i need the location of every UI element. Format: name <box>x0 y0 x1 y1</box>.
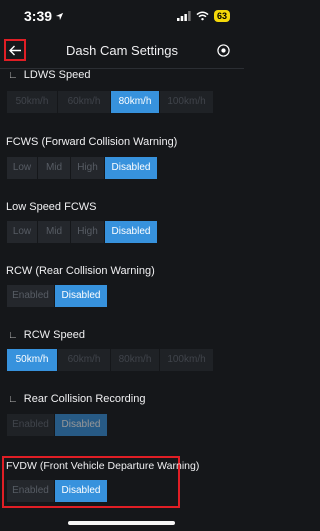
rcw-selector: Enabled Disabled <box>7 285 108 307</box>
ldws-speed-option-60[interactable]: 60km/h <box>58 91 110 113</box>
rear-collision-recording-option-enabled[interactable]: Enabled <box>7 414 54 436</box>
fvdw-option-enabled[interactable]: Enabled <box>7 480 54 502</box>
rcw-speed-option-80[interactable]: 80km/h <box>111 349 159 371</box>
rcw-option-disabled[interactable]: Disabled <box>55 285 107 307</box>
rcw-speed-option-50[interactable]: 50km/h <box>7 349 57 371</box>
rear-collision-recording-option-disabled[interactable]: Disabled <box>55 414 107 436</box>
page-title: Dash Cam Settings <box>66 43 178 58</box>
ldws-speed-label-text: LDWS Speed <box>23 69 91 81</box>
low-speed-fcws-label: Low Speed FCWS <box>6 201 97 213</box>
back-button[interactable] <box>4 39 26 61</box>
status-bar: 3:39 63 <box>0 0 244 32</box>
rcw-label: RCW (Rear Collision Warning) <box>6 265 155 277</box>
fcws-option-disabled[interactable]: Disabled <box>105 157 157 179</box>
ldws-speed-selector: 50km/h 60km/h 80km/h 100km/h <box>7 91 214 113</box>
signal-icon <box>176 11 191 21</box>
sub-setting-icon: ∟ <box>8 394 18 405</box>
low-speed-fcws-option-low[interactable]: Low <box>7 221 37 243</box>
status-icons: 63 <box>176 10 230 22</box>
rcw-speed-label-text: RCW Speed <box>23 329 85 341</box>
fcws-option-low[interactable]: Low <box>7 157 37 179</box>
ldws-speed-label: ∟ LDWS Speed <box>8 69 90 81</box>
rear-collision-recording-label: ∟ Rear Collision Recording <box>8 393 145 405</box>
sub-setting-icon: ∟ <box>8 330 18 341</box>
fvdw-selector: Enabled Disabled <box>7 480 108 502</box>
home-indicator[interactable] <box>68 521 175 525</box>
rcw-speed-option-100[interactable]: 100km/h <box>160 349 213 371</box>
fcws-option-high[interactable]: High <box>71 157 104 179</box>
rcw-speed-option-60[interactable]: 60km/h <box>58 349 110 371</box>
battery-icon: 63 <box>213 10 230 22</box>
ldws-speed-option-80[interactable]: 80km/h <box>111 91 159 113</box>
rear-collision-recording-selector: Enabled Disabled <box>7 414 108 436</box>
clock: 3:39 <box>24 8 64 24</box>
low-speed-fcws-option-disabled[interactable]: Disabled <box>105 221 157 243</box>
rear-collision-recording-label-text: Rear Collision Recording <box>23 393 146 405</box>
time-text: 3:39 <box>24 8 53 24</box>
fcws-selector: Low Mid High Disabled <box>7 157 158 179</box>
sub-setting-icon: ∟ <box>8 70 18 81</box>
fcws-label: FCWS (Forward Collision Warning) <box>6 136 178 148</box>
record-icon[interactable] <box>217 44 230 57</box>
rcw-option-enabled[interactable]: Enabled <box>7 285 54 307</box>
arrow-left-icon <box>8 45 21 55</box>
location-arrow-icon <box>55 12 64 20</box>
fvdw-label: FVDW (Front Vehicle Departure Warning) <box>6 460 200 472</box>
low-speed-fcws-option-mid[interactable]: Mid <box>38 221 70 243</box>
nav-bar: Dash Cam Settings <box>0 33 244 69</box>
wifi-icon <box>196 11 209 21</box>
low-speed-fcws-selector: Low Mid High Disabled <box>7 221 158 243</box>
fvdw-option-disabled[interactable]: Disabled <box>55 480 107 502</box>
rcw-speed-selector: 50km/h 60km/h 80km/h 100km/h <box>7 349 214 371</box>
fcws-option-mid[interactable]: Mid <box>38 157 70 179</box>
ldws-speed-option-50[interactable]: 50km/h <box>7 91 57 113</box>
ldws-speed-option-100[interactable]: 100km/h <box>160 91 213 113</box>
rcw-speed-label: ∟ RCW Speed <box>8 329 85 341</box>
low-speed-fcws-option-high[interactable]: High <box>71 221 104 243</box>
